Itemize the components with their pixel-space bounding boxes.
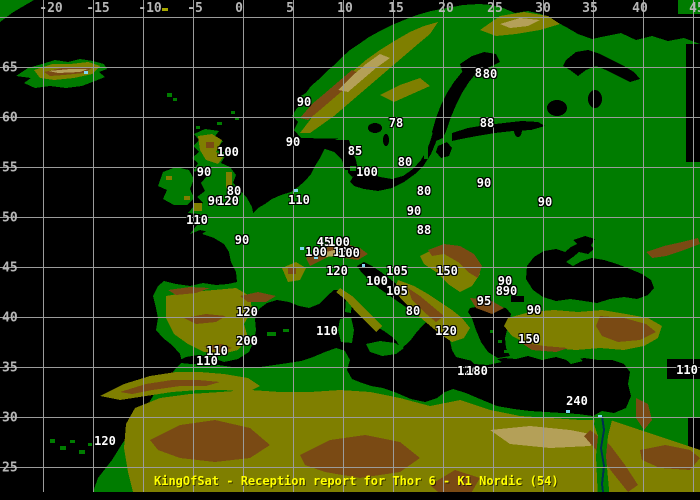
- reception-point: 240: [566, 394, 588, 408]
- ireland-hills-1: [166, 176, 172, 180]
- reception-point: 110: [186, 213, 208, 227]
- island-zealand: [350, 166, 356, 171]
- reception-point: 120: [236, 305, 258, 319]
- reception-point: 88: [416, 223, 432, 237]
- reception-point: 80: [397, 155, 413, 169]
- reception-point: 100: [366, 274, 388, 288]
- reception-point: 90: [406, 204, 422, 218]
- reception-point: 95: [476, 294, 492, 308]
- reception-point: 110: [288, 193, 310, 207]
- lat-axis-label: 45: [2, 260, 18, 276]
- reception-point: 85: [347, 144, 363, 158]
- lake-ladoga: [547, 100, 567, 116]
- lake-vattern: [383, 134, 389, 146]
- island-majorca: [267, 332, 276, 336]
- lon-axis-label: 10: [337, 1, 353, 16]
- island-sardinia: [338, 317, 354, 343]
- ireland-hills-2: [184, 196, 190, 200]
- reception-point: 100: [305, 245, 327, 259]
- reception-point: 88: [479, 116, 495, 130]
- satellite-position-marker: [162, 8, 168, 11]
- lake-onega: [588, 90, 602, 108]
- reception-point: 90: [296, 95, 312, 109]
- island-cyclades-2: [498, 340, 502, 343]
- map-title: KingOfSat - Reception report for Thor 6 …: [154, 474, 559, 488]
- lat-axis-label: 40: [2, 310, 18, 326]
- reception-point: 200: [236, 334, 258, 348]
- reception-point: 90: [234, 233, 250, 247]
- island-funen: [344, 170, 348, 174]
- lon-axis-label: 35: [582, 1, 598, 16]
- reception-point: 120: [94, 434, 116, 448]
- massif-central-brown: [288, 268, 296, 274]
- reception-point: 100: [338, 246, 360, 260]
- lake-peipus: [514, 123, 522, 137]
- reception-point: 120: [435, 324, 457, 338]
- reception-map-screen: -20 -15 -10 -5 0 5 10 15 20 25 30 35 40 45 65 60 55 50 45…: [0, 0, 700, 500]
- lon-axis-label: 25: [487, 1, 503, 16]
- lat-axis-label: 65: [2, 60, 18, 76]
- reception-point: 180: [466, 364, 488, 378]
- bottom-black-bar: [0, 492, 700, 500]
- lon-axis-label: 0: [235, 1, 243, 16]
- reception-point: 80: [405, 304, 421, 318]
- lat-axis-label: 50: [2, 210, 18, 226]
- reception-point: 90: [285, 135, 301, 149]
- lon-axis-label: 5: [286, 1, 294, 16]
- reception-point: 90: [526, 303, 542, 317]
- lon-axis-label: -10: [138, 1, 162, 16]
- reception-point: 105: [386, 284, 408, 298]
- lat-axis-label: 35: [2, 360, 18, 376]
- reception-point: 150: [436, 264, 458, 278]
- lat-axis-label: 30: [2, 410, 18, 426]
- reception-point: 110: [676, 363, 698, 377]
- island-gotland: [424, 148, 428, 159]
- lake-vanern: [368, 123, 382, 133]
- lat-axis-label: 60: [2, 110, 18, 126]
- reception-point: 80: [482, 67, 498, 81]
- wales-olive: [193, 203, 202, 211]
- reception-point: 80: [416, 184, 432, 198]
- reception-point: 110: [196, 354, 218, 368]
- reception-point: 120: [217, 194, 239, 208]
- lon-axis-label: 45: [689, 1, 700, 16]
- reception-point: 110: [316, 324, 338, 338]
- lon-axis-label: 15: [388, 1, 404, 16]
- reception-point: 90: [537, 195, 553, 209]
- reception-point: 120: [326, 264, 348, 278]
- reception-point: 105: [386, 264, 408, 278]
- lat-axis-label: 25: [2, 460, 18, 476]
- reception-point: 90: [196, 165, 212, 179]
- reception-point: 150: [518, 332, 540, 346]
- lon-axis-label: 30: [535, 1, 551, 16]
- lon-axis-label: -15: [86, 1, 110, 16]
- reception-point: 90: [476, 176, 492, 190]
- reception-point: 100: [217, 145, 239, 159]
- lon-axis-label: 40: [632, 1, 648, 16]
- lon-axis-label: 20: [438, 1, 454, 16]
- reception-point: 78: [388, 116, 404, 130]
- reception-point: 90: [502, 284, 518, 298]
- lon-axis-label: -20: [39, 1, 63, 16]
- reception-point: 100: [356, 165, 378, 179]
- island-minorca: [283, 329, 289, 332]
- scotland-brown: [206, 142, 214, 148]
- lat-axis-label: 55: [2, 160, 18, 176]
- island-rhodes: [504, 350, 509, 353]
- lon-axis-label: -5: [187, 1, 203, 16]
